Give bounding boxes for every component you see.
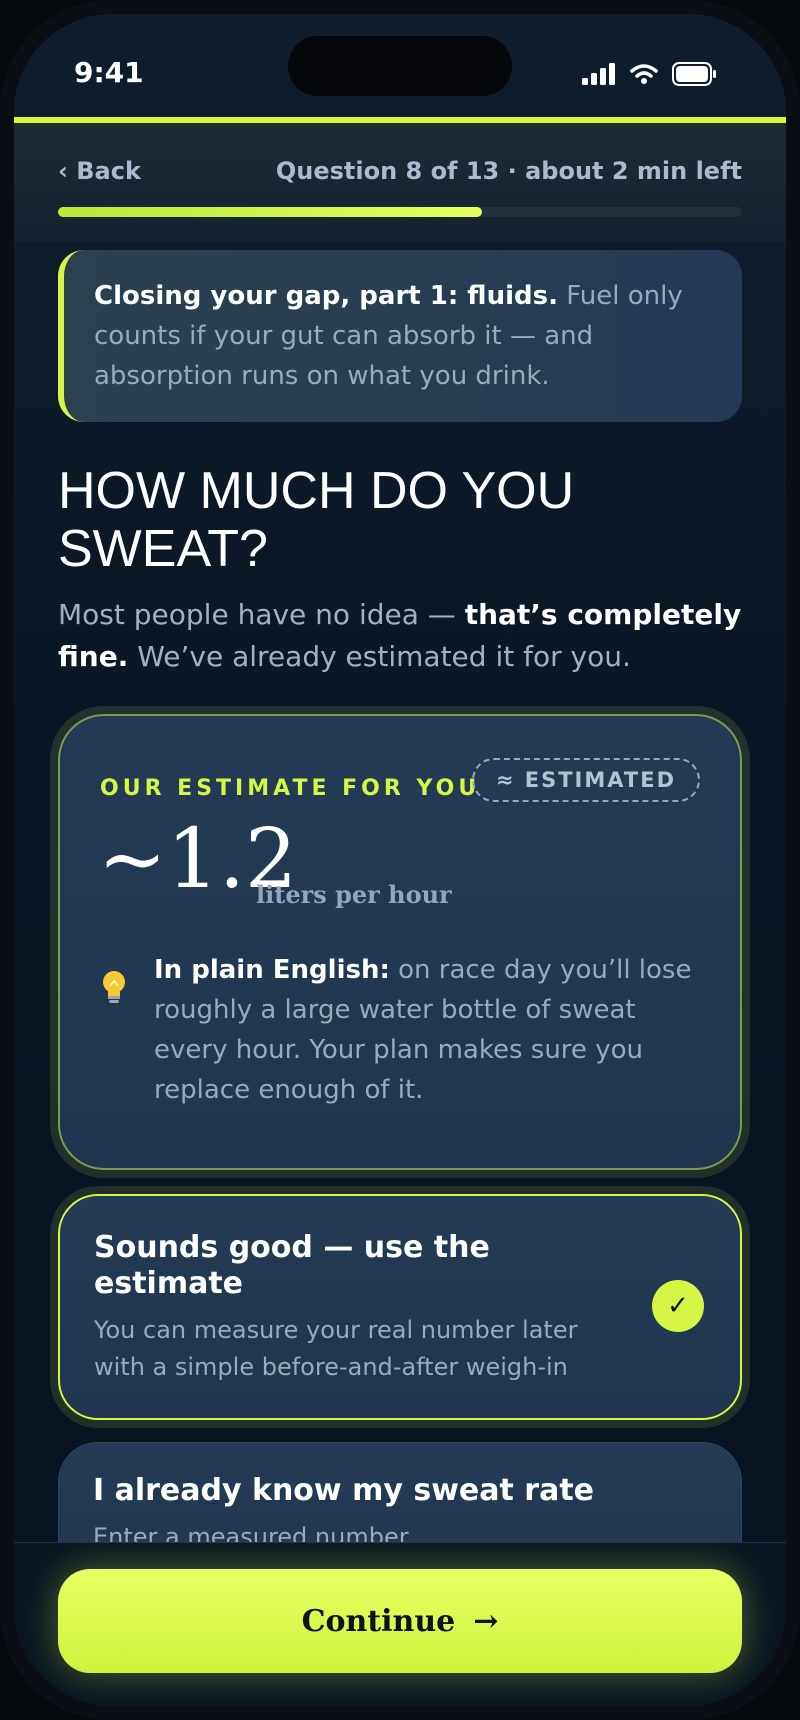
back-button[interactable]: ‹ Back — [58, 157, 141, 185]
progress-text: Question 8 of 13 · about 2 min left — [275, 157, 742, 185]
status-icons — [582, 62, 718, 86]
subtitle-text: Most people have no idea — — [58, 598, 465, 631]
question-subtitle: Most people have no idea — that’s comple… — [58, 594, 758, 678]
callout-heading: Closing your gap, part 1: fluids. — [94, 281, 558, 311]
status-time: 9:41 — [74, 56, 144, 89]
screen: 9:41 ‹ Back Question 8 of 13 · about 2 m… — [14, 14, 786, 1706]
estimate-note: In plain English: on race day you’ll los… — [154, 950, 714, 1110]
phone-frame: 9:41 ‹ Back Question 8 of 13 · about 2 m… — [0, 0, 800, 1720]
estimate-label: OUR ESTIMATE FOR YOU — [100, 776, 481, 801]
estimate-note-heading: In plain English: — [154, 955, 390, 985]
question-title: HOW MUCH DO YOU SWEAT? — [58, 462, 575, 578]
progress-bar — [58, 207, 742, 217]
wifi-icon — [630, 64, 658, 84]
estimate-card: OUR ESTIMATE FOR YOU ≈ ESTIMATED ~1.2 li… — [58, 714, 742, 1170]
progress-bar-fill — [58, 207, 483, 217]
estimate-unit: liters per hour — [256, 880, 452, 909]
signal-icon — [582, 63, 615, 85]
check-icon: ✓ — [652, 1280, 704, 1332]
subtitle-text-end: We’ve already estimated it for you. — [128, 640, 631, 673]
estimated-badge: ≈ ESTIMATED — [471, 758, 700, 802]
section-callout: Closing your gap, part 1: fluids. Fuel o… — [58, 250, 742, 422]
option-title: I already know my sweat rate — [93, 1473, 595, 1508]
quiz-header: ‹ Back Question 8 of 13 · about 2 min le… — [14, 123, 786, 243]
arrow-right-icon: → — [473, 1603, 499, 1639]
battery-icon — [672, 62, 716, 86]
option-description: You can measure your real number later w… — [94, 1316, 578, 1381]
option-use-estimate[interactable]: Sounds good — use the estimate You can m… — [58, 1194, 742, 1420]
bottom-action-bar: Continue → — [14, 1542, 786, 1706]
option-title: Sounds good — use the estimate — [94, 1230, 490, 1301]
dynamic-island — [288, 36, 512, 96]
continue-label: Continue — [301, 1603, 456, 1639]
continue-button[interactable]: Continue → — [58, 1569, 742, 1673]
lightbulb-icon — [103, 971, 125, 1003]
